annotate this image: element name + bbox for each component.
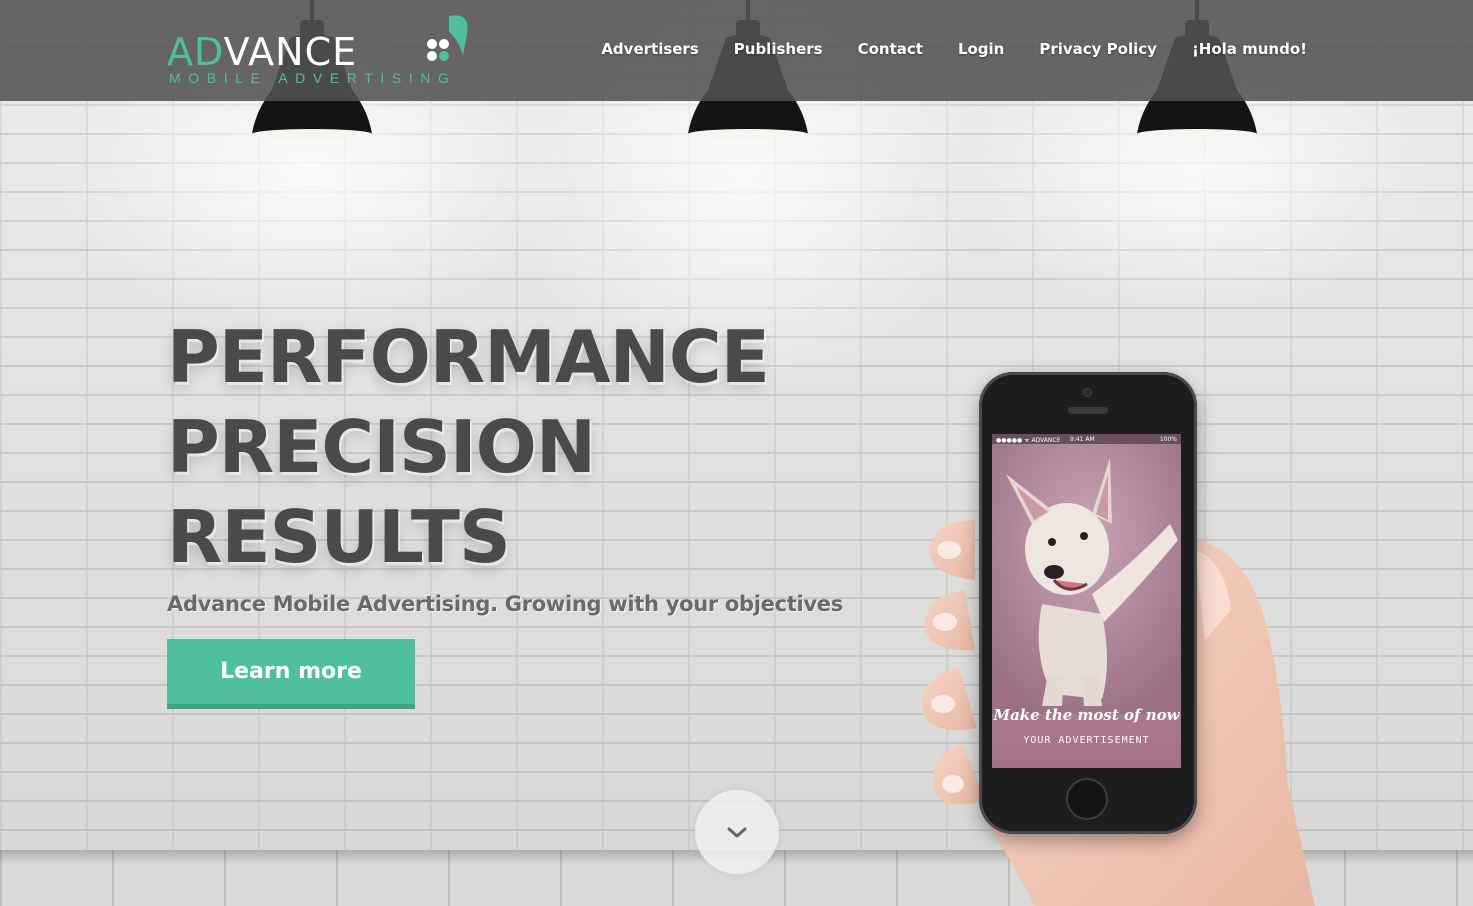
dog-photo-icon — [992, 444, 1181, 714]
home-button — [1066, 778, 1108, 820]
main-nav: Advertisers Publishers Contact Login Pri… — [566, 40, 1307, 58]
chevron-down-icon — [727, 827, 747, 838]
brand-tagline: MOBILE ADVERTISING — [169, 70, 457, 86]
status-battery: 100% — [1159, 436, 1177, 443]
status-time: 9:41 AM — [1070, 436, 1095, 443]
headline-line: PRECISION — [167, 405, 596, 489]
hero-subline: Advance Mobile Advertising. Growing with… — [167, 592, 843, 616]
smartphone: ●●●●● ᯤ ADVANCE 9:41 AM 100% Make the mo… — [979, 372, 1197, 834]
ad-title: Make the most of now — [993, 706, 1180, 724]
nav-hola-mundo[interactable]: ¡Hola mundo! — [1192, 40, 1307, 58]
nav-privacy-policy[interactable]: Privacy Policy — [1039, 40, 1157, 58]
brand-mark-icon — [427, 15, 468, 61]
nav-publishers[interactable]: Publishers — [734, 40, 823, 58]
headline-line: RESULTS — [167, 495, 511, 579]
site-header: ADVANCE MOBILE ADVERTISING Advertisers P… — [0, 0, 1473, 101]
scroll-down-button[interactable] — [695, 790, 779, 874]
ad-subtitle: YOUR ADVERTISEMENT — [1023, 735, 1150, 746]
phone-screen-ad: ●●●●● ᯤ ADVANCE 9:41 AM 100% Make the mo… — [992, 434, 1181, 768]
speaker-grille — [1068, 407, 1108, 414]
status-carrier: ●●●●● ᯤ ADVANCE — [996, 437, 1061, 444]
front-camera-icon — [1083, 388, 1092, 397]
brand-wordmark: ADVANCE — [167, 30, 358, 74]
brand-logo[interactable]: ADVANCE MOBILE ADVERTISING — [167, 12, 477, 92]
nav-advertisers[interactable]: Advertisers — [601, 40, 698, 58]
nav-contact[interactable]: Contact — [858, 40, 923, 58]
nav-login[interactable]: Login — [958, 40, 1004, 58]
headline-line: PERFORMANCE — [167, 315, 770, 399]
learn-more-button[interactable]: Learn more — [167, 639, 415, 709]
hero-headline: PERFORMANCE PRECISION RESULTS — [167, 312, 770, 582]
